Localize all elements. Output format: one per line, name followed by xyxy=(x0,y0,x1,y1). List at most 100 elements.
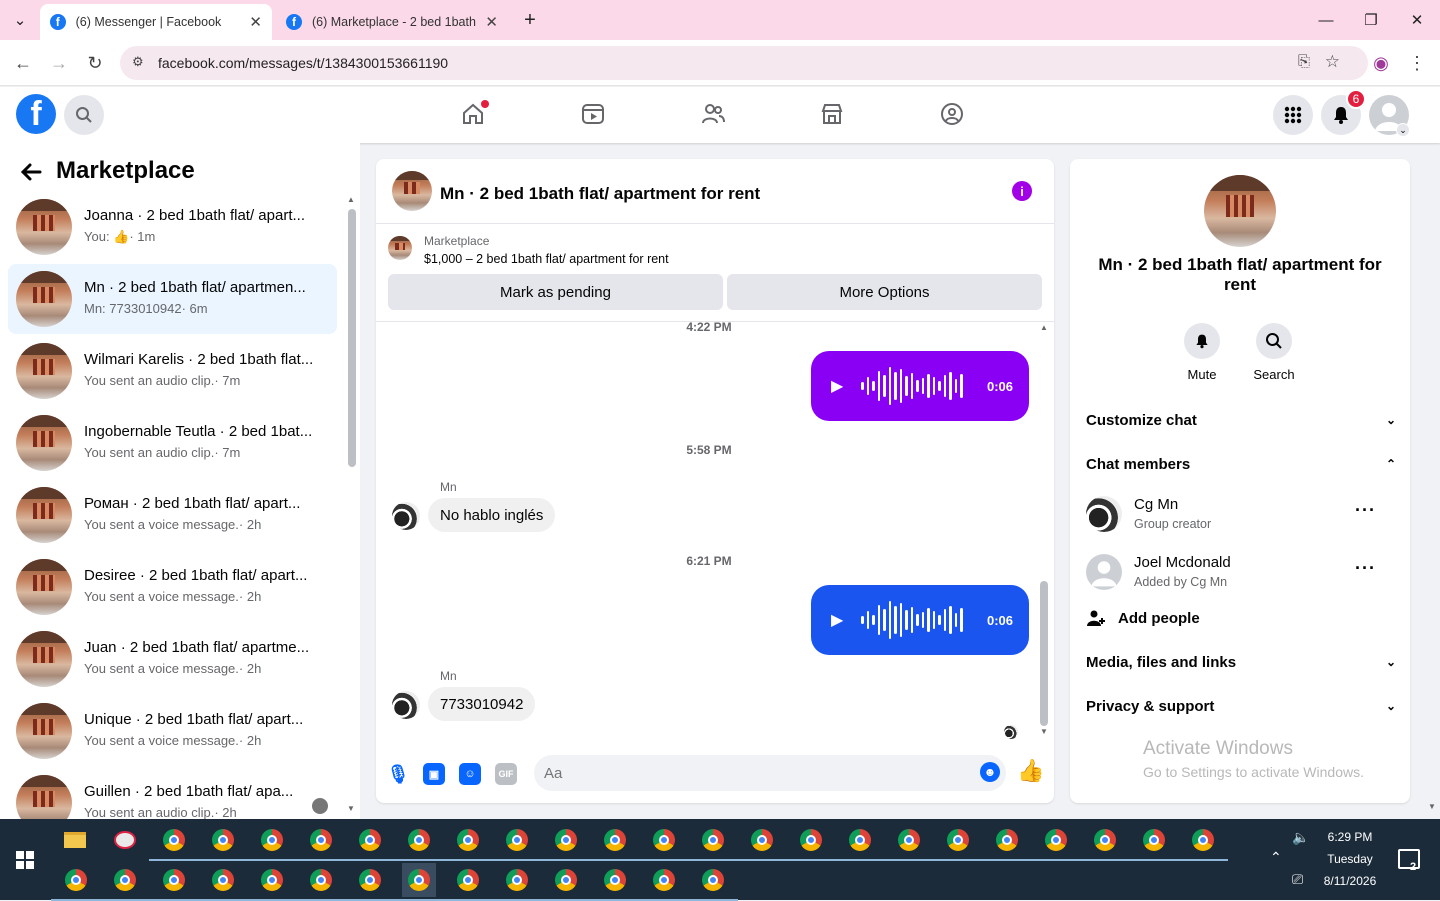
file-explorer-icon[interactable] xyxy=(58,823,92,857)
chrome-taskbar-icon[interactable] xyxy=(688,863,738,901)
chrome-taskbar-icon[interactable] xyxy=(100,863,150,901)
microphone-icon[interactable]: 🎙 xyxy=(387,763,410,785)
menu-dots-icon[interactable]: ⋮ xyxy=(1404,50,1430,76)
chrome-taskbar-icon[interactable] xyxy=(1080,823,1130,861)
back-arrow-icon[interactable] xyxy=(18,159,44,185)
chrome-taskbar-icon-active[interactable] xyxy=(394,863,444,901)
chrome-taskbar-icon[interactable] xyxy=(149,863,199,901)
chrome-taskbar-icon[interactable] xyxy=(835,823,885,861)
chrome-taskbar-icon[interactable] xyxy=(1031,823,1081,861)
conversation-item[interactable]: Joanna · 2 bed 1bath flat/ apart... You:… xyxy=(8,192,337,262)
sender-avatar[interactable] xyxy=(392,691,420,719)
thumbs-up-icon[interactable]: 👍 xyxy=(1017,758,1044,783)
chrome-taskbar-icon[interactable] xyxy=(247,823,297,861)
close-window-icon[interactable]: ✕ xyxy=(1403,6,1431,34)
member-avatar[interactable] xyxy=(1086,554,1122,590)
chrome-taskbar-icon[interactable] xyxy=(737,823,787,861)
video-nav-icon[interactable] xyxy=(578,99,608,129)
network-icon[interactable]: ⎚ xyxy=(1292,871,1303,888)
chrome-taskbar-icon[interactable] xyxy=(345,863,395,901)
chrome-taskbar-icon[interactable] xyxy=(51,863,101,901)
chrome-taskbar-icon[interactable] xyxy=(443,823,493,861)
start-button[interactable] xyxy=(8,843,42,877)
chat-avatar[interactable] xyxy=(1204,175,1276,247)
tray-chevron-up-icon[interactable]: ⌃ xyxy=(1270,849,1282,866)
listing-thumbnail[interactable] xyxy=(388,236,412,260)
chrome-taskbar-icon[interactable] xyxy=(198,823,248,861)
member-row[interactable]: Joel Mcdonald Added by Cg Mn ··· xyxy=(1086,548,1396,598)
tab-marketplace[interactable]: f (6) Marketplace - 2 bed 1bath f ✕ xyxy=(276,4,508,40)
chrome-taskbar-icon[interactable] xyxy=(933,823,983,861)
photo-icon[interactable]: ▣ xyxy=(423,763,445,785)
chrome-taskbar-icon[interactable] xyxy=(884,823,934,861)
groups-nav-icon[interactable] xyxy=(937,99,967,129)
tab-close-icon[interactable]: ✕ xyxy=(249,13,262,31)
bookmark-star-icon[interactable]: ☆ xyxy=(1325,52,1340,72)
chat-avatar[interactable] xyxy=(392,171,432,211)
chrome-taskbar-icon[interactable] xyxy=(786,823,836,861)
chrome-taskbar-icon[interactable] xyxy=(1178,823,1228,861)
more-options-button[interactable]: More Options xyxy=(727,274,1042,310)
scrollbar[interactable] xyxy=(348,209,356,467)
audio-message[interactable]: ▶ 0:06 xyxy=(811,585,1029,655)
facebook-logo-icon[interactable]: f xyxy=(16,94,56,134)
chrome-taskbar-icon[interactable] xyxy=(982,823,1032,861)
chrome-taskbar-icon[interactable] xyxy=(1129,823,1179,861)
system-clock[interactable]: 6:29 PM Tuesday 8/11/2026 xyxy=(1310,819,1390,892)
privacy-support-row[interactable]: Privacy & support ⌄ xyxy=(1086,686,1396,726)
page-scroll-down-arrow-icon[interactable]: ▼ xyxy=(1428,802,1436,811)
paint-app-icon[interactable] xyxy=(108,823,142,857)
conversation-item[interactable]: Wilmari Karelis · 2 bed 1bath flat... Yo… xyxy=(8,336,337,406)
chrome-taskbar-icon[interactable] xyxy=(296,863,346,901)
chrome-taskbar-icon[interactable] xyxy=(639,863,689,901)
chrome-taskbar-icon[interactable] xyxy=(394,823,444,861)
message-input[interactable] xyxy=(534,755,1006,791)
sticker-icon[interactable]: ☺ xyxy=(459,763,481,785)
add-people-row[interactable]: Add people xyxy=(1086,598,1396,638)
chrome-taskbar-icon[interactable] xyxy=(492,823,542,861)
chrome-taskbar-icon[interactable] xyxy=(345,823,395,861)
install-app-icon[interactable]: ⎘ xyxy=(1298,53,1310,70)
member-row[interactable]: Cg Mn Group creator ··· xyxy=(1086,490,1396,540)
chrome-taskbar-icon[interactable] xyxy=(198,863,248,901)
marketplace-nav-icon[interactable] xyxy=(817,99,847,129)
emoji-icon[interactable]: ☻ xyxy=(980,762,1000,782)
play-icon[interactable]: ▶ xyxy=(831,610,843,630)
chat-scrollbar[interactable] xyxy=(1040,581,1048,726)
gif-icon[interactable]: GIF xyxy=(495,763,517,785)
chrome-taskbar-icon[interactable] xyxy=(149,823,199,861)
scroll-up-arrow-icon[interactable]: ▲ xyxy=(1040,323,1048,332)
member-avatar[interactable] xyxy=(1086,496,1122,532)
forward-arrow-icon[interactable]: → xyxy=(46,50,72,76)
customize-chat-row[interactable]: Customize chat ⌄ xyxy=(1086,400,1396,440)
conversation-item[interactable]: Guillen · 2 bed 1bath flat/ apa... You s… xyxy=(8,768,337,819)
mute-button[interactable]: Mute xyxy=(1172,323,1232,382)
conversation-item[interactable]: Unique · 2 bed 1bath flat/ apart... You … xyxy=(8,696,337,766)
chrome-taskbar-icon[interactable] xyxy=(590,863,640,901)
chrome-taskbar-icon[interactable] xyxy=(296,823,346,861)
maximize-icon[interactable]: ❐ xyxy=(1357,6,1385,34)
sender-avatar[interactable] xyxy=(392,502,420,530)
play-icon[interactable]: ▶ xyxy=(831,376,843,396)
chrome-taskbar-icon[interactable] xyxy=(639,823,689,861)
account-chevron-icon[interactable]: ⌄ xyxy=(1396,123,1410,137)
message-bubble[interactable]: 7733010942 xyxy=(428,687,536,721)
scroll-down-arrow-icon[interactable]: ▼ xyxy=(347,804,355,813)
more-options-icon[interactable]: ··· xyxy=(1355,500,1376,521)
conversation-item[interactable]: Juan · 2 bed 1bath flat/ apartme... You … xyxy=(8,624,337,694)
search-chat-button[interactable]: Search xyxy=(1244,323,1304,382)
chat-members-row[interactable]: Chat members ⌃ xyxy=(1086,444,1396,484)
scroll-down-arrow-icon[interactable]: ▼ xyxy=(1040,727,1048,736)
mark-as-pending-button[interactable]: Mark as pending xyxy=(388,274,723,310)
volume-icon[interactable]: 🔈 xyxy=(1292,829,1309,846)
info-icon[interactable]: i xyxy=(1012,181,1032,201)
more-options-icon[interactable]: ··· xyxy=(1355,558,1376,579)
back-arrow-icon[interactable]: ← xyxy=(10,50,36,76)
chrome-taskbar-icon[interactable] xyxy=(247,863,297,901)
menu-grid-button[interactable] xyxy=(1273,95,1313,135)
chrome-taskbar-icon[interactable] xyxy=(688,823,738,861)
omnibox[interactable]: ⚙ facebook.com/messages/t/13843001536611… xyxy=(120,46,1368,80)
listing-price-title[interactable]: $1,000 – 2 bed 1bath flat/ apartment for… xyxy=(424,252,669,266)
chrome-taskbar-icon[interactable] xyxy=(541,823,591,861)
message-bubble[interactable]: No hablo inglés xyxy=(428,498,556,532)
